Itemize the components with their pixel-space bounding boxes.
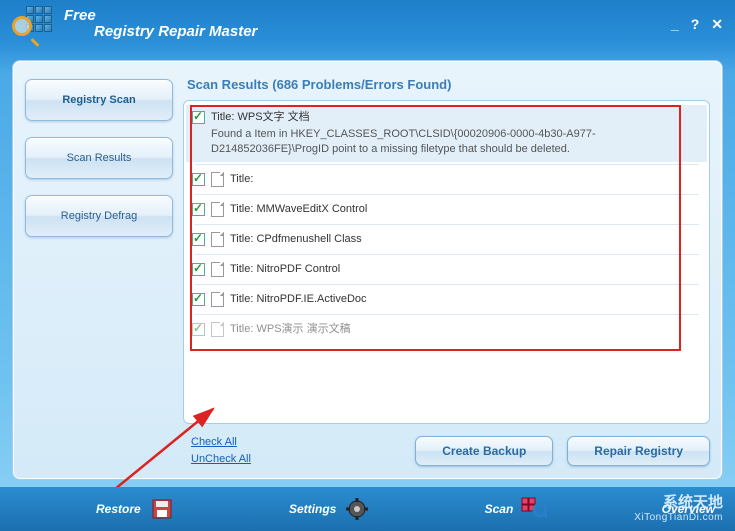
- result-item[interactable]: Title: MMWaveEditX Control: [186, 197, 707, 222]
- minimize-button[interactable]: _: [671, 16, 679, 33]
- close-button[interactable]: ✕: [711, 16, 723, 33]
- separator: [194, 164, 699, 165]
- document-icon: [211, 262, 224, 277]
- separator: [194, 284, 699, 285]
- result-title: Title: MMWaveEditX Control: [230, 202, 701, 217]
- results-list: Title: WPS文字 文档 Found a Item in HKEY_CLA…: [183, 100, 710, 424]
- sidebar-item-registry-defrag[interactable]: Registry Defrag: [25, 195, 173, 237]
- content-area: Scan Results (686 Problems/Errors Found)…: [183, 73, 710, 467]
- result-checkbox[interactable]: [192, 293, 205, 306]
- results-scroll[interactable]: Title: WPS文字 文档 Found a Item in HKEY_CLA…: [184, 101, 709, 423]
- result-title: Title: NitroPDF Control: [230, 262, 701, 277]
- bottom-item-label: Settings: [289, 502, 336, 516]
- sidebar-item-registry-scan[interactable]: Registry Scan: [25, 79, 173, 121]
- document-icon: [211, 322, 224, 337]
- select-links: Check All UnCheck All: [191, 434, 251, 467]
- scan-icon: [521, 496, 547, 522]
- result-title: Title: WPS文字 文档: [211, 111, 310, 123]
- bottom-item-scan[interactable]: Scan: [485, 496, 548, 522]
- separator: [194, 194, 699, 195]
- result-item[interactable]: Title: WPS文字 文档 Found a Item in HKEY_CLA…: [186, 105, 707, 162]
- result-checkbox[interactable]: [192, 233, 205, 246]
- sidebar-item-scan-results[interactable]: Scan Results: [25, 137, 173, 179]
- result-text: Title: WPS文字 文档 Found a Item in HKEY_CLA…: [211, 110, 701, 157]
- bottom-bar: Restore Settings Scan Overview: [0, 487, 735, 531]
- app-logo-icon: [12, 4, 52, 44]
- result-title: Title: WPS演示 演示文稿: [230, 322, 701, 337]
- sidebar-item-label: Registry Defrag: [61, 210, 137, 222]
- results-heading: Scan Results (686 Problems/Errors Found): [187, 77, 710, 92]
- result-title: Title: NitroPDF.IE.ActiveDoc: [230, 292, 701, 307]
- result-title: Title: CPdfmenushell Class: [230, 232, 701, 247]
- floppy-icon: [149, 496, 175, 522]
- sidebar: Registry Scan Scan Results Registry Defr…: [25, 73, 173, 467]
- result-checkbox[interactable]: [192, 111, 205, 124]
- bottom-item-label: Overview: [662, 502, 715, 516]
- app-title-line1: Free: [64, 8, 257, 23]
- repair-registry-button[interactable]: Repair Registry: [567, 436, 710, 466]
- result-title: Title:: [230, 172, 701, 187]
- document-icon: [211, 232, 224, 247]
- result-item[interactable]: Title: NitroPDF Control: [186, 257, 707, 282]
- separator: [194, 314, 699, 315]
- result-item[interactable]: Title: CPdfmenushell Class: [186, 227, 707, 252]
- title-bar: Free Registry Repair Master _ ? ✕: [0, 0, 735, 48]
- help-button[interactable]: ?: [691, 16, 700, 33]
- app-title: Free Registry Repair Master: [64, 8, 257, 40]
- separator: [194, 224, 699, 225]
- result-checkbox[interactable]: [192, 173, 205, 186]
- result-item[interactable]: Title:: [186, 167, 707, 192]
- result-checkbox[interactable]: [192, 203, 205, 216]
- gear-icon: [344, 496, 370, 522]
- result-item[interactable]: Title: NitroPDF.IE.ActiveDoc: [186, 287, 707, 312]
- bottom-item-label: Scan: [485, 502, 514, 516]
- uncheck-all-link[interactable]: UnCheck All: [191, 451, 251, 468]
- panel-actions: Check All UnCheck All Create Backup Repa…: [183, 434, 710, 467]
- result-item[interactable]: Title: WPS演示 演示文稿: [186, 317, 707, 342]
- sidebar-item-label: Registry Scan: [62, 94, 135, 106]
- bottom-item-settings[interactable]: Settings: [289, 496, 370, 522]
- document-icon: [211, 172, 224, 187]
- app-title-line2: Registry Repair Master: [94, 23, 257, 40]
- result-checkbox[interactable]: [192, 263, 205, 276]
- window-controls: _ ? ✕: [671, 16, 723, 33]
- sidebar-item-label: Scan Results: [67, 152, 132, 164]
- result-checkbox[interactable]: [192, 323, 205, 336]
- document-icon: [211, 202, 224, 217]
- bottom-item-restore[interactable]: Restore: [96, 496, 175, 522]
- main-panel: Registry Scan Scan Results Registry Defr…: [12, 60, 723, 480]
- create-backup-button[interactable]: Create Backup: [415, 436, 553, 466]
- separator: [194, 254, 699, 255]
- result-detail: Found a Item in HKEY_CLASSES_ROOT\CLSID\…: [211, 127, 701, 157]
- check-all-link[interactable]: Check All: [191, 434, 251, 451]
- bottom-item-label: Restore: [96, 502, 141, 516]
- document-icon: [211, 292, 224, 307]
- bottom-item-overview[interactable]: Overview: [662, 502, 715, 516]
